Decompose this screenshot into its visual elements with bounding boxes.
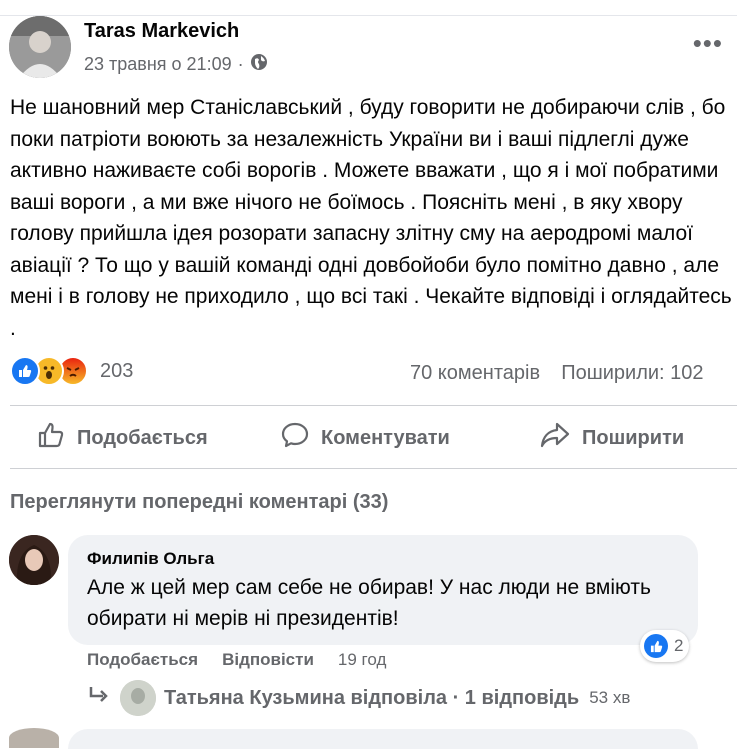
like-icon (10, 356, 40, 386)
share-arrow-icon (540, 421, 570, 455)
comment-like-link[interactable]: Подобається (87, 650, 198, 670)
comment-reaction-count: 2 (674, 636, 684, 655)
post-stats: 70 коментарів Поширили: 102 (410, 362, 704, 385)
like-button[interactable]: Подобається (37, 421, 208, 455)
reply-arrow-icon (88, 685, 110, 711)
meta-separator: · (237, 54, 244, 74)
view-previous-comments-link[interactable]: Переглянути попередні коментарі (33) (10, 491, 388, 514)
reaction-summary[interactable]: 203 (10, 356, 133, 386)
next-comment-bubble (68, 729, 698, 749)
post-author-name[interactable]: Taras Markevich (84, 20, 239, 43)
shares-count[interactable]: Поширили: 102 (561, 362, 703, 384)
thumbs-up-icon (37, 421, 65, 455)
comment-author[interactable]: Филипів Ольга (87, 549, 214, 569)
reply-time: 53 хв (589, 688, 631, 707)
comment-text: Але ж цей мер сам себе не обирав! У нас … (87, 576, 651, 630)
actions-bottom-divider (10, 468, 737, 469)
next-commenter-avatar[interactable] (9, 728, 59, 748)
comment-bubble-icon (281, 421, 309, 455)
post-text: Не шановний мер Станіславський , буду го… (10, 96, 732, 340)
share-button[interactable]: Поширити (540, 421, 684, 455)
globe-icon (250, 53, 268, 76)
commenter-avatar[interactable] (9, 535, 59, 585)
comment-time[interactable]: 19 год (338, 650, 386, 670)
comment-reply-link[interactable]: Відповісти (222, 650, 314, 670)
like-button-label: Подобається (77, 426, 208, 449)
more-options-icon[interactable]: ••• (693, 28, 723, 59)
like-icon (644, 634, 668, 658)
post-timestamp[interactable]: 23 травня о 21:09 (84, 54, 232, 75)
share-button-label: Поширити (582, 426, 685, 449)
comment-reaction-badge[interactable]: 2 (640, 630, 690, 662)
actions-top-divider (10, 405, 737, 406)
reply-summary-text: Татьяна Кузьмина відповіла · 1 відповідь (164, 686, 580, 709)
reaction-count[interactable]: 203 (100, 360, 133, 383)
comment-button[interactable]: Коментувати (281, 421, 450, 455)
replier-avatar (120, 680, 156, 716)
author-avatar[interactable] (9, 16, 71, 78)
top-divider (0, 15, 737, 16)
comments-count[interactable]: 70 коментарів (410, 362, 540, 384)
comment-button-label: Коментувати (321, 426, 450, 449)
comment-actions: Подобається Відповісти 19 год (87, 650, 410, 670)
view-replies-link[interactable]: Татьяна Кузьмина відповіла · 1 відповідь… (88, 680, 630, 716)
post-meta: 23 травня о 21:09 · (84, 53, 268, 76)
